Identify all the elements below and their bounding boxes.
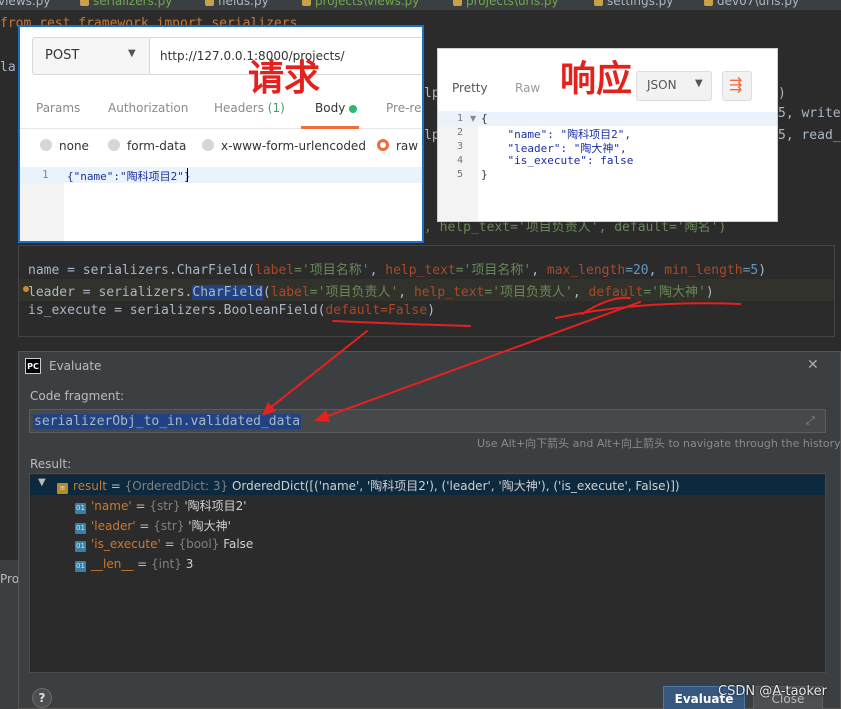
annotation-overlay: [262, 296, 741, 422]
scribble-default: [555, 302, 741, 319]
arrow-to-fragment-2: [321, 301, 641, 419]
arrow-to-fragment-1: [264, 330, 368, 413]
watermark: CSDN @A-taoker: [718, 684, 827, 699]
underline-default-false: [332, 320, 471, 327]
arrowhead-icon: [314, 410, 330, 422]
